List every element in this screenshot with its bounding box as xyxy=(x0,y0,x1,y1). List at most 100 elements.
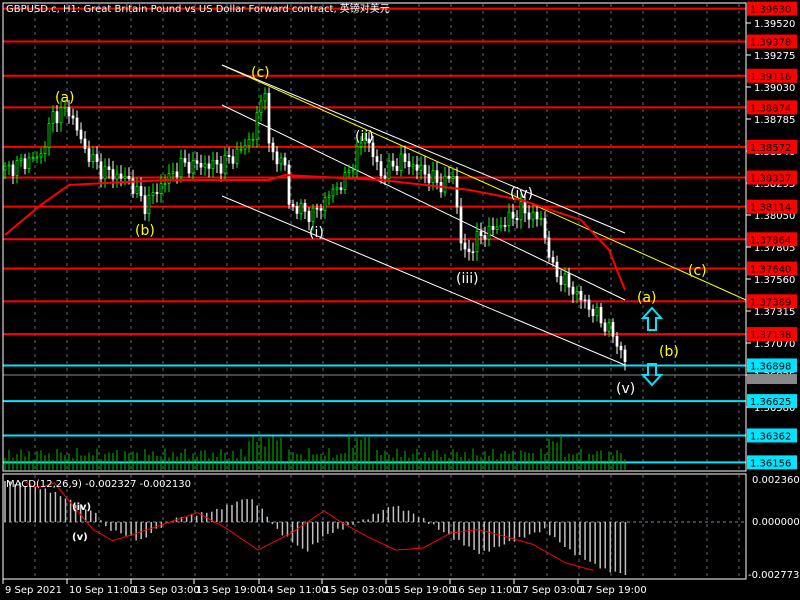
time-tick-label: 15 Sep 03:00 xyxy=(324,585,391,596)
candle-body xyxy=(79,129,83,140)
wave-label: (b) xyxy=(659,344,679,360)
candle-body xyxy=(463,242,467,250)
price-level-label: 1.36156 xyxy=(750,458,791,469)
candle-body xyxy=(443,175,447,193)
price-level-label: 1.38874 xyxy=(750,103,791,114)
candle-body xyxy=(115,173,119,180)
candle-body xyxy=(455,176,459,208)
candle-body xyxy=(43,146,47,154)
wave-label: (a) xyxy=(55,90,75,106)
candle-body xyxy=(535,211,539,220)
candle-body xyxy=(307,210,311,223)
wave-label: (a) xyxy=(637,290,657,306)
candle-body xyxy=(603,322,607,332)
wave-label: (iii) xyxy=(456,271,479,287)
candle-body xyxy=(19,158,23,161)
candle-body xyxy=(471,251,475,254)
candle-body xyxy=(511,211,515,219)
time-tick-label: 14 Sep 11:00 xyxy=(261,585,328,596)
price-level-label: 1.39116 xyxy=(750,72,791,83)
candle-body xyxy=(243,145,247,150)
candle-body xyxy=(67,106,71,117)
candle-body xyxy=(479,231,483,236)
time-tick-label: 17 Sep 03:00 xyxy=(516,585,583,596)
candle-body xyxy=(579,291,583,301)
price-level-label: 1.39630 xyxy=(750,5,791,16)
candle-body xyxy=(587,299,591,310)
wave-label: (ii) xyxy=(355,129,374,145)
trading-chart[interactable]: (a) (b) (c) (i) (ii) (iii) (iv) (v) (a) (b) (c) GB… xyxy=(0,0,800,600)
candle-body xyxy=(283,157,287,166)
candle-body xyxy=(87,148,91,162)
candle-body xyxy=(75,117,79,131)
candle-body xyxy=(399,153,403,171)
price-tick-label: 1.39030 xyxy=(754,83,795,94)
candle-body xyxy=(123,175,127,179)
candle-body xyxy=(15,160,19,176)
candle-body xyxy=(7,164,11,167)
candle-body xyxy=(391,160,395,167)
candle-body xyxy=(251,138,255,141)
candle-body xyxy=(35,156,39,159)
candle-body xyxy=(135,186,139,194)
candle-body xyxy=(91,154,95,162)
candle-body xyxy=(163,182,167,185)
candle-body xyxy=(171,171,175,174)
candle-body xyxy=(311,207,315,223)
candle-body xyxy=(51,111,55,124)
candle-body xyxy=(31,156,35,159)
price-level-label: 1.37640 xyxy=(750,265,791,276)
time-tick-label: 9 Sep 2021 xyxy=(5,585,62,596)
price-tick-label: 1.39275 xyxy=(754,51,795,62)
candle-body xyxy=(575,291,579,295)
candle-body xyxy=(279,157,283,165)
candle-body xyxy=(315,207,319,210)
price-axis: 1.395201.392751.390301.387851.385401.382… xyxy=(746,1,797,470)
candle-body xyxy=(99,161,103,180)
candle-body xyxy=(403,153,407,162)
candle-body xyxy=(267,93,271,144)
candle-body xyxy=(299,202,303,214)
candle-body xyxy=(27,157,31,169)
candle-body xyxy=(211,159,215,169)
candle-body xyxy=(547,237,551,258)
wave-label: (c) xyxy=(251,65,270,81)
time-tick-label: 17 Sep 19:00 xyxy=(580,585,647,596)
candle-body xyxy=(271,142,275,153)
macd-axis-tick: 0.000000 xyxy=(752,517,800,528)
price-level-label: 1.38337 xyxy=(750,174,791,185)
candle-body xyxy=(507,211,511,226)
candle-body xyxy=(179,158,183,178)
macd-wave-label: (v) xyxy=(72,532,88,543)
candle-body xyxy=(619,345,623,351)
candle-body xyxy=(295,206,299,214)
candle-body xyxy=(427,173,431,183)
candle-body xyxy=(483,235,487,240)
candle-body xyxy=(335,187,339,190)
candle-body xyxy=(263,93,267,102)
candle-body xyxy=(39,153,43,158)
candle-body xyxy=(555,261,559,277)
price-level-label: 1.37864 xyxy=(750,235,791,246)
candle-body xyxy=(287,164,291,205)
candle-body xyxy=(415,164,419,171)
candle-body xyxy=(567,273,571,288)
macd-axis-tick: -0.002773 xyxy=(748,570,799,581)
wave-label: (i) xyxy=(309,225,324,241)
price-level-label: 1.37138 xyxy=(750,330,791,341)
candle-body xyxy=(275,151,279,165)
candle-body xyxy=(199,162,203,168)
candle-body xyxy=(247,138,251,147)
candle-body xyxy=(447,175,451,179)
candle-body xyxy=(103,166,107,180)
candle-body xyxy=(71,115,75,119)
candle-body xyxy=(55,111,59,124)
price-level-label: 1.38572 xyxy=(750,143,791,154)
candle-body xyxy=(515,217,519,221)
candle-body xyxy=(175,171,179,178)
candle-body xyxy=(111,169,115,180)
wave-label: (iv) xyxy=(510,186,533,202)
candle-body xyxy=(119,173,123,179)
candle-body xyxy=(59,107,63,124)
candle-body xyxy=(139,186,143,197)
